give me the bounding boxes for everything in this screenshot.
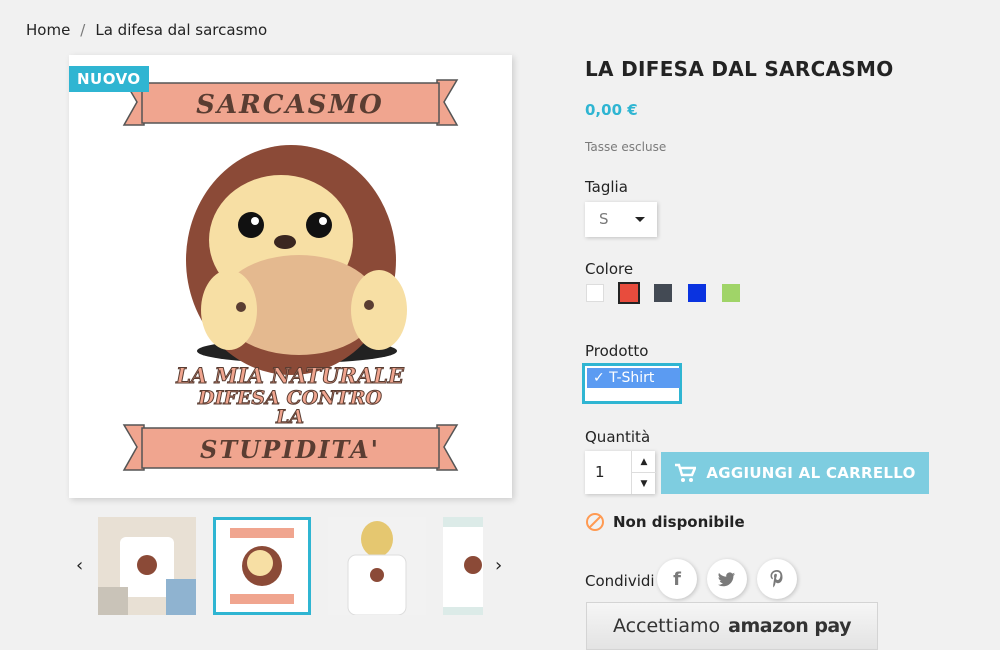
thumbnail-2[interactable] [213,517,311,615]
share-label: Condividi [585,572,655,590]
product-main-image[interactable]: SARCASMO LA MIA NATURALE DIFESA CONTRO L… [69,55,512,498]
product-price: 0,00 € [585,101,638,119]
chevron-down-icon [635,217,645,222]
pinterest-icon[interactable] [757,559,797,599]
quantity-up-icon[interactable]: ▲ [632,451,656,473]
availability-status: Non disponibile [585,512,745,532]
color-swatch-white[interactable] [586,284,604,302]
availability-text: Non disponibile [613,513,745,531]
color-swatch-red[interactable] [618,282,640,304]
size-select[interactable]: S [585,202,657,237]
image-text-line3: LA [275,406,304,428]
thumbnail-3[interactable] [328,517,426,616]
color-swatch-green[interactable] [722,284,740,302]
amazon-pay-logo: amazon pay [728,615,852,637]
product-title: LA DIFESA DAL SARCASMO [585,57,894,81]
product-type-label: Prodotto [585,342,649,360]
thumbnail-strip [70,515,510,619]
size-value: S [599,210,609,228]
image-text-line1: LA MIA NATURALE [175,363,405,388]
color-swatch-blue[interactable] [688,284,706,302]
thumbnail-4[interactable] [443,517,483,615]
tax-note: Tasse escluse [585,140,667,154]
facebook-icon[interactable]: f [657,559,697,599]
image-banner-bottom: STUPIDITA' [200,435,380,464]
product-type-option[interactable]: ✓ T-Shirt [587,368,680,388]
color-label: Colore [585,260,634,278]
product-type-select[interactable]: ✓ T-Shirt [582,363,682,404]
unavailable-icon [586,513,604,531]
breadcrumb-current[interactable]: La difesa dal sarcasmo [95,21,267,39]
thumbnail-1[interactable] [98,517,196,615]
quantity-stepper[interactable]: 1 ▲ ▼ [585,451,656,494]
add-to-cart-label: AGGIUNGI AL CARRELLO [706,464,916,482]
breadcrumb-home[interactable]: Home [26,21,70,39]
size-label: Taglia [585,178,628,196]
add-to-cart-button[interactable]: AGGIUNGI AL CARRELLO [661,452,929,494]
twitter-icon[interactable] [707,559,747,599]
breadcrumb: Home / La difesa dal sarcasmo [26,21,267,39]
quantity-value[interactable]: 1 [595,463,605,481]
cart-icon [675,463,697,482]
quantity-label: Quantità [585,428,651,446]
quantity-down-icon[interactable]: ▼ [632,473,656,494]
thumb-next-arrow-icon[interactable]: › [495,555,502,576]
amazon-pay-text: Accettiamo [612,615,721,637]
color-swatch-dark-gray[interactable] [654,284,672,302]
amazon-pay-banner[interactable]: Accettiamo amazon pay [586,602,878,650]
breadcrumb-separator: / [80,21,86,39]
image-banner-top: SARCASMO [196,90,384,120]
new-badge: NUOVO [69,66,149,92]
